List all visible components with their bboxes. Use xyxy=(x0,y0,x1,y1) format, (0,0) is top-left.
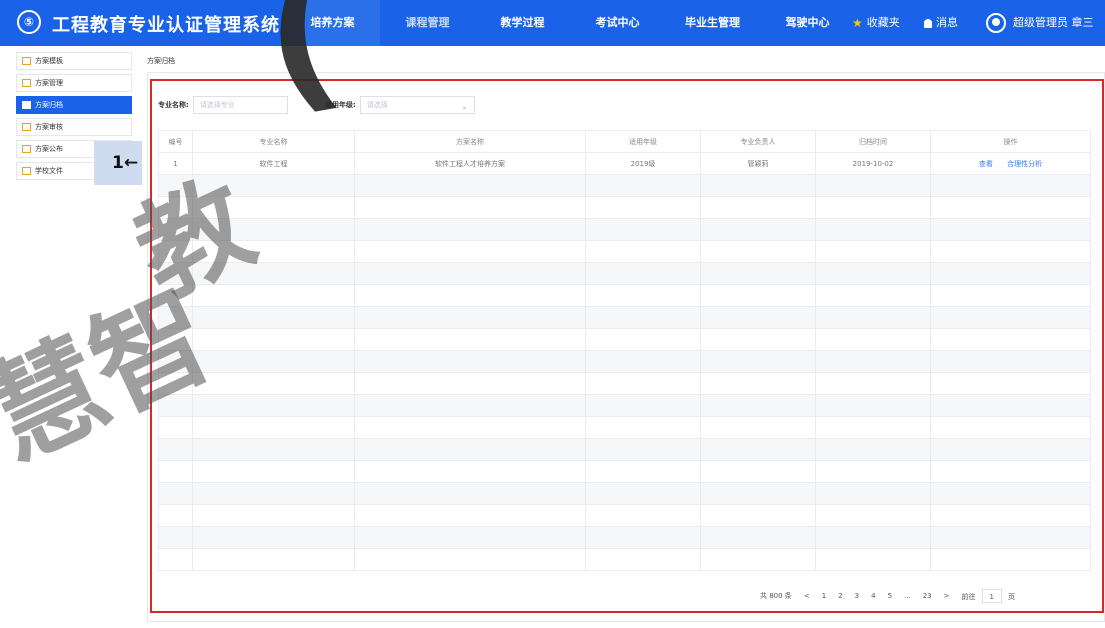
bell-icon xyxy=(924,18,932,28)
sidebar-item-label: 方案审核 xyxy=(35,123,63,131)
sidebar-item-label: 方案管理 xyxy=(35,79,63,87)
nav-graduate-management[interactable]: 毕业生管理 xyxy=(665,0,760,46)
top-navigation-bar: ⑤ 工程教育专业认证管理系统 培养方案 课程管理 教学过程 考试中心 毕业生管理… xyxy=(0,0,1105,46)
sidebar-item-label: 方案模板 xyxy=(35,57,63,65)
document-icon xyxy=(22,79,31,87)
sidebar-item-label: 学校文件 xyxy=(35,167,63,175)
publish-icon xyxy=(22,145,31,153)
nav-teaching-process[interactable]: 教学过程 xyxy=(475,0,570,46)
review-icon xyxy=(22,123,31,131)
breadcrumb: 方案归档 xyxy=(147,57,175,65)
favorites-label: 收藏夹 xyxy=(866,16,900,29)
nav-training-plan[interactable]: 培养方案 xyxy=(285,0,380,46)
favorites-link[interactable]: ★ 收藏夹 xyxy=(852,0,900,46)
star-icon: ★ xyxy=(852,16,863,30)
messages-link[interactable]: 消息 xyxy=(924,0,958,46)
sidebar-item-label: 方案公布 xyxy=(35,145,63,153)
logo-icon: ⑤ xyxy=(17,10,41,34)
sidebar-item-plan-management[interactable]: 方案管理 xyxy=(16,74,132,92)
archive-icon xyxy=(22,101,31,109)
avatar-icon xyxy=(986,13,1006,33)
nav-course-management[interactable]: 课程管理 xyxy=(380,0,475,46)
user-label: 超级管理员 章三 xyxy=(1013,16,1094,29)
folder-icon xyxy=(22,167,31,175)
messages-label: 消息 xyxy=(936,16,958,29)
sidebar-item-label: 方案归档 xyxy=(35,101,63,109)
main-nav: 培养方案 课程管理 教学过程 考试中心 毕业生管理 驾驶中心 xyxy=(285,0,855,46)
user-menu[interactable]: 超级管理员 章三 xyxy=(986,0,1094,46)
app-title: 工程教育专业认证管理系统 xyxy=(52,15,280,36)
nav-cockpit[interactable]: 驾驶中心 xyxy=(760,0,855,46)
sidebar-item-plan-template[interactable]: 方案模板 xyxy=(16,52,132,70)
document-icon xyxy=(22,57,31,65)
sidebar-item-plan-archive[interactable]: 方案归档 xyxy=(16,96,132,114)
nav-exam-center[interactable]: 考试中心 xyxy=(570,0,665,46)
sidebar-item-plan-review[interactable]: 方案审核 xyxy=(16,118,132,136)
highlight-box xyxy=(150,79,1104,613)
annotation-callout: 1← xyxy=(94,141,142,185)
